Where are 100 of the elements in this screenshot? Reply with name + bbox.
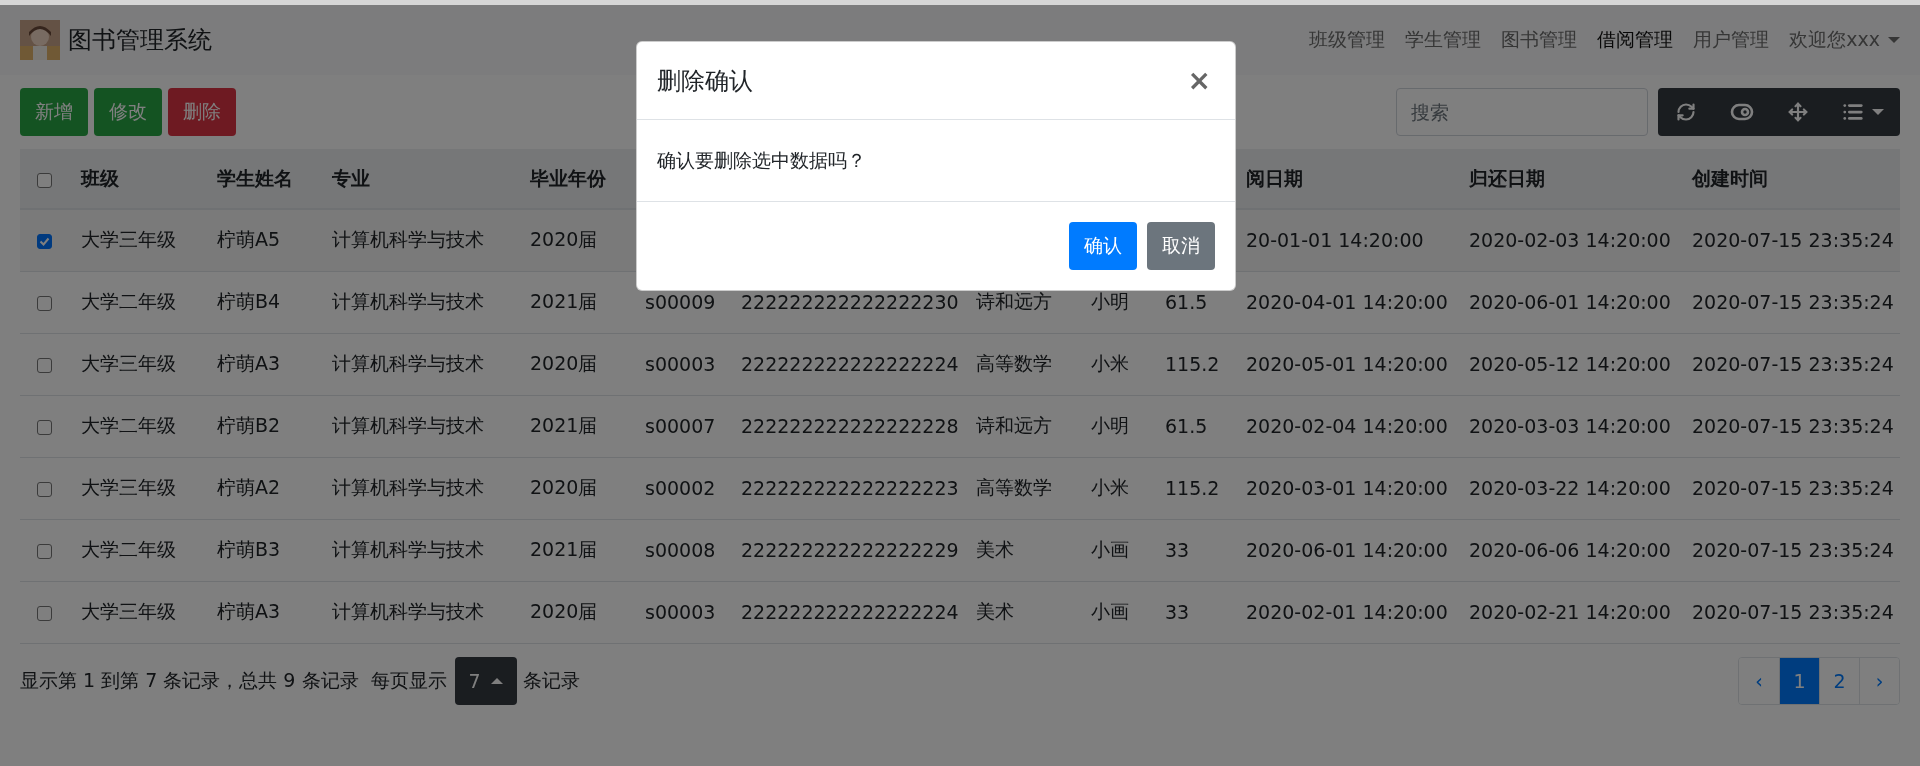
table-cell: 诗和远方 bbox=[976, 414, 1052, 436]
page-size-suffix: 条记录 bbox=[522, 667, 580, 693]
table-cell: 2020-06-01 14:20:00 bbox=[1246, 539, 1448, 561]
table-cell: 计算机科学与技术 bbox=[332, 290, 484, 312]
move-icon bbox=[1788, 102, 1808, 122]
table-cell: 计算机科学与技术 bbox=[332, 228, 484, 251]
table-cell: 2020-04-01 14:20:00 bbox=[1246, 291, 1448, 313]
table-cell: 柠萌A3 bbox=[217, 352, 281, 374]
table-cell: 222222222222222230 bbox=[741, 291, 959, 313]
table-cell: 115.2 bbox=[1165, 477, 1220, 499]
nav-link[interactable]: 用户管理 bbox=[1693, 27, 1770, 53]
page-size-label: 每页显示 bbox=[370, 667, 447, 693]
table-cell: 高等数学 bbox=[976, 476, 1052, 498]
toolbar-button[interactable]: 删除 bbox=[168, 88, 236, 136]
table-cell: 2020届 bbox=[530, 476, 598, 498]
dialog-button[interactable]: 确认 bbox=[1069, 222, 1137, 270]
column-header: 毕业年份 bbox=[530, 166, 606, 189]
dialog-title: 删除确认 bbox=[657, 65, 753, 97]
table-cell: 2020-07-15 23:35:24 bbox=[1692, 353, 1894, 375]
caret-icon bbox=[1888, 37, 1900, 43]
search-field[interactable]: 搜索 bbox=[1396, 88, 1648, 136]
table-cell: 2020-03-03 14:20:00 bbox=[1469, 415, 1671, 437]
column-header: 创建时间 bbox=[1692, 166, 1768, 189]
table-cell: 33 bbox=[1165, 601, 1190, 623]
nav-link[interactable]: 学生管理 bbox=[1405, 27, 1482, 53]
table-cell: 222222222222222228 bbox=[741, 415, 959, 437]
table-cell: 2020-02-03 14:20:00 bbox=[1469, 229, 1671, 252]
table-cell: 2021届 bbox=[530, 414, 598, 436]
table-cell: 大学三年级 bbox=[81, 228, 176, 251]
table-cell: 222222222222222224 bbox=[741, 601, 959, 623]
table-cell: 大学二年级 bbox=[81, 538, 176, 560]
user-menu[interactable]: 欢迎您xxx bbox=[1789, 27, 1900, 53]
table-cell: s00007 bbox=[645, 415, 716, 437]
column-header: 学生姓名 bbox=[217, 166, 293, 189]
table-cell: 222222222222222229 bbox=[741, 539, 959, 561]
table-cell: 计算机科学与技术 bbox=[332, 538, 484, 560]
table-cell: 2020-06-06 14:20:00 bbox=[1469, 539, 1671, 561]
table-cell: 2020-07-15 23:35:24 bbox=[1692, 539, 1894, 561]
table-cell: 计算机科学与技术 bbox=[332, 476, 484, 498]
table-cell: s00003 bbox=[645, 353, 716, 375]
checkbox[interactable] bbox=[37, 234, 52, 250]
page-link[interactable]: 1 bbox=[1779, 657, 1819, 704]
table-cell: 222222222222222224 bbox=[741, 353, 959, 375]
table-cell: 2020届 bbox=[530, 600, 598, 622]
table-cell: s00008 bbox=[645, 539, 716, 561]
checkbox[interactable] bbox=[37, 296, 52, 311]
table-cell: 2020-07-15 23:35:24 bbox=[1692, 229, 1894, 252]
table-cell: 小米 bbox=[1091, 352, 1129, 374]
table-cell: 2020-02-04 14:20:00 bbox=[1246, 415, 1448, 437]
page-size-dropdown[interactable]: 7 bbox=[454, 656, 517, 705]
dialog-message: 确认要删除选中数据吗？ bbox=[657, 147, 866, 173]
table-cell: 2020-02-21 14:20:00 bbox=[1469, 601, 1671, 623]
toolbar-button[interactable]: 新增 bbox=[20, 88, 88, 136]
table-cell: 115.2 bbox=[1165, 353, 1220, 375]
table-cell: 大学二年级 bbox=[81, 414, 176, 436]
dialog-button[interactable]: 取消 bbox=[1147, 222, 1215, 270]
column-header: 归还日期 bbox=[1469, 166, 1545, 189]
table-cell: 柠萌B2 bbox=[217, 414, 281, 436]
list-icon bbox=[1842, 101, 1864, 123]
table-cell: 222222222222222223 bbox=[741, 477, 959, 499]
table-cell: 小画 bbox=[1091, 600, 1129, 622]
table-cell: 20-01-01 14:20:00 bbox=[1246, 229, 1424, 252]
checkbox[interactable] bbox=[37, 544, 52, 559]
table-cell: 33 bbox=[1165, 539, 1190, 561]
refresh-icon bbox=[1676, 102, 1696, 122]
table-cell: 2020-03-01 14:20:00 bbox=[1246, 477, 1448, 499]
column-header: 班级 bbox=[81, 166, 119, 189]
table-cell: 计算机科学与技术 bbox=[332, 600, 484, 622]
table-cell: s00009 bbox=[645, 291, 716, 313]
table-cell: 2020届 bbox=[530, 352, 598, 374]
column-header: 阅日期 bbox=[1246, 166, 1303, 189]
table-cell: 美术 bbox=[976, 600, 1014, 622]
table-cell: 计算机科学与技术 bbox=[332, 352, 484, 374]
table-cell: s00002 bbox=[645, 477, 716, 499]
nav-link[interactable]: 借阅管理 bbox=[1597, 27, 1674, 53]
table-cell: 2020-06-01 14:20:00 bbox=[1469, 291, 1671, 313]
nav-link[interactable]: 班级管理 bbox=[1309, 27, 1386, 53]
toolbar-button[interactable]: 修改 bbox=[94, 88, 162, 136]
close-button[interactable]: × bbox=[1183, 64, 1215, 97]
caret-icon bbox=[1872, 109, 1884, 115]
table-cell: 大学三年级 bbox=[81, 600, 176, 622]
checkbox[interactable] bbox=[37, 482, 52, 497]
nav-link[interactable]: 图书管理 bbox=[1501, 27, 1578, 53]
page-link[interactable]: › bbox=[1859, 657, 1899, 704]
checkbox[interactable] bbox=[37, 606, 52, 621]
table-cell: 2020-07-15 23:35:24 bbox=[1692, 415, 1894, 437]
caret-icon bbox=[490, 677, 503, 684]
checkbox[interactable] bbox=[37, 420, 52, 435]
table-cell: 2020-02-01 14:20:00 bbox=[1246, 601, 1448, 623]
table-cell: 2020-07-15 23:35:24 bbox=[1692, 291, 1894, 313]
app-title: 图书管理系统 bbox=[68, 25, 212, 56]
table-cell: 2020届 bbox=[530, 228, 598, 251]
checkbox[interactable] bbox=[37, 172, 52, 188]
table-cell: 柠萌A5 bbox=[217, 228, 281, 251]
table-cell: 2021届 bbox=[530, 290, 598, 312]
records-summary: 显示第 1 到第 7 条记录，总共 9 条记录 bbox=[20, 667, 359, 693]
table-cell: 2020-07-15 23:35:24 bbox=[1692, 477, 1894, 499]
checkbox[interactable] bbox=[37, 358, 52, 373]
table-cell: 大学二年级 bbox=[81, 290, 176, 312]
table-cell: 2021届 bbox=[530, 538, 598, 560]
